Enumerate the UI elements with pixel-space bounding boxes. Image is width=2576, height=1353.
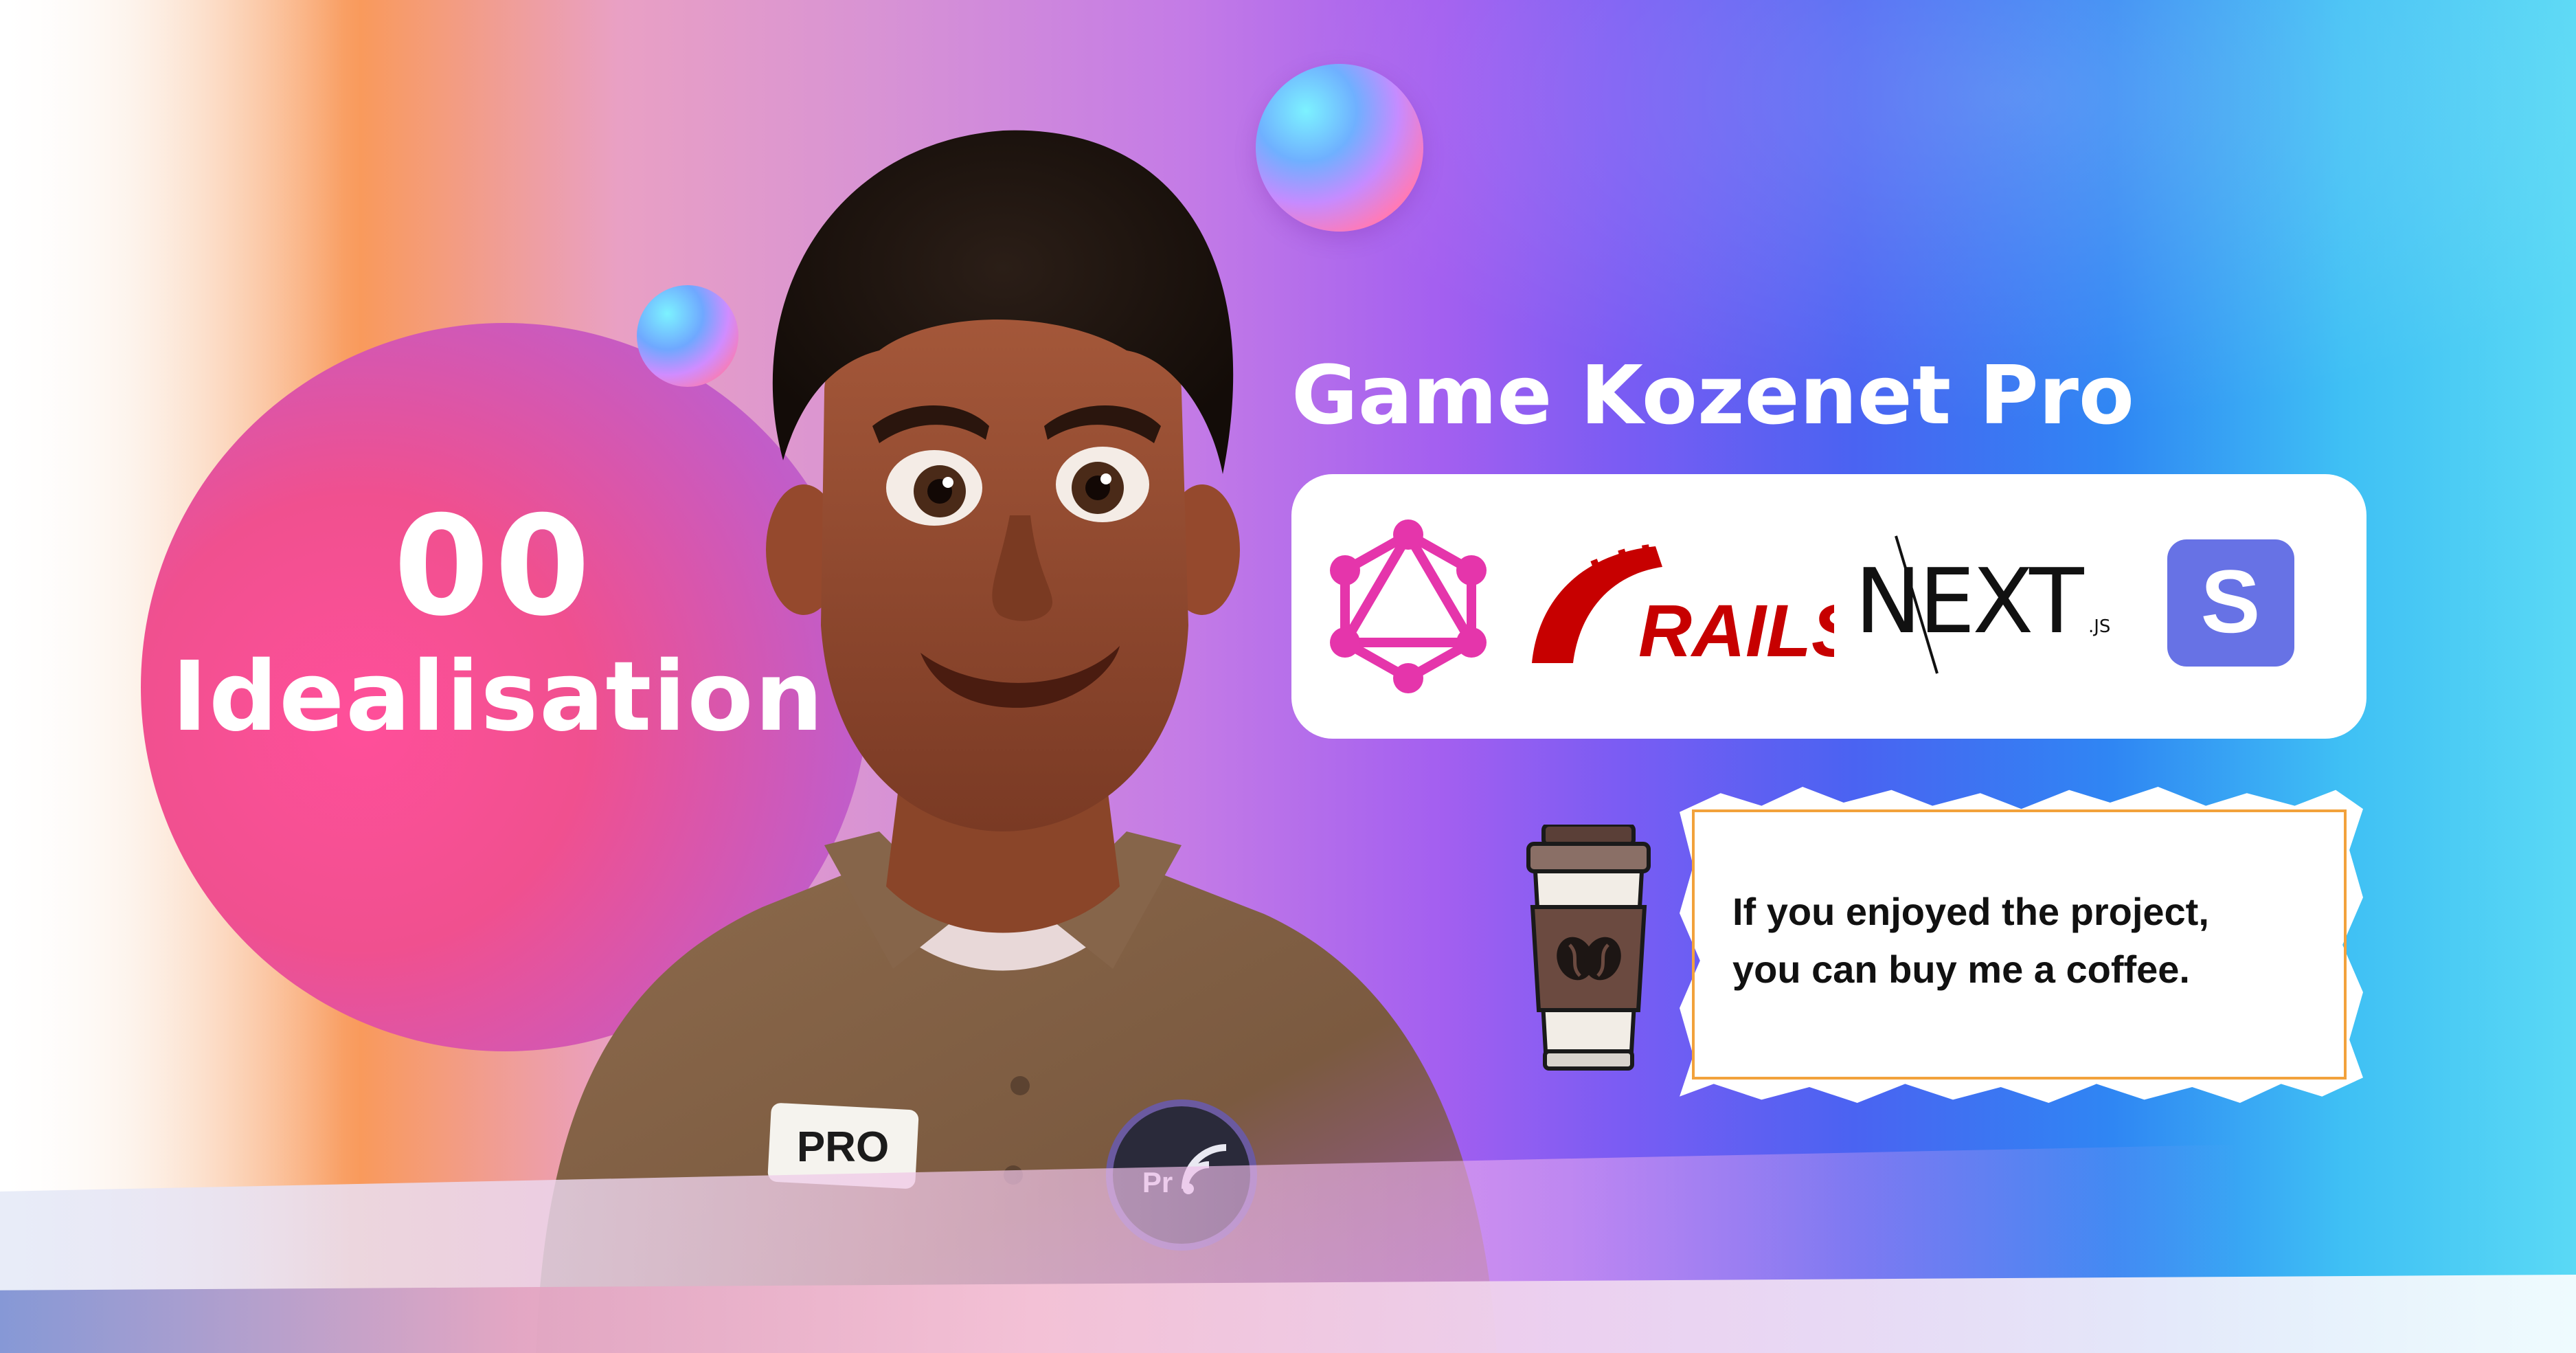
nextjs-suffix: .JS [2088, 616, 2110, 637]
nextjs-label: NEXT [1855, 549, 2084, 653]
coffee-line-2: you can buy me a coffee. [1732, 948, 2190, 991]
stripe-icon: S [2167, 539, 2294, 667]
page-title: Game Kozenet Pro [1291, 348, 2134, 443]
rails-icon: RAILS [1532, 544, 1834, 670]
buy-me-a-coffee-text[interactable]: If you enjoyed the project, you can buy … [1732, 883, 2337, 998]
nextjs-icon: NEXT .JS [1855, 535, 2110, 674]
stripe-label: S [2201, 551, 2261, 651]
hero-banner: 00 Idealisation PRO Game Kozenet Pro RAI… [0, 0, 2576, 1353]
rails-label: RAILS [1638, 589, 1834, 670]
coffee-cup-icon [1526, 825, 1651, 1071]
badge-text: PRO [797, 1123, 889, 1171]
coffee-line-1: If you enjoyed the project, [1732, 890, 2209, 933]
graphql-icon [1330, 519, 1487, 693]
tech-stack-card: RAILS NEXT .JS S [1291, 474, 2366, 739]
